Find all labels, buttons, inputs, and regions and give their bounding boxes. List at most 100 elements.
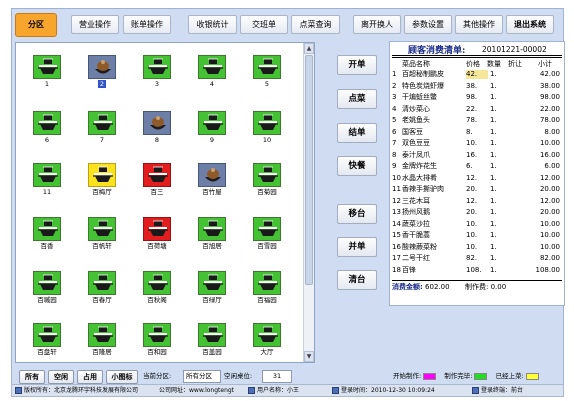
receipt-row[interactable]: 13 扬州风鹅 20. 1. 20.00 — [390, 208, 566, 217]
legend-served-swatch — [525, 372, 539, 380]
bill-ops-button[interactable]: 账单操作 — [123, 15, 171, 34]
table-tile[interactable]: 百香 — [31, 217, 63, 251]
receipt-cell-no: 5 — [392, 116, 397, 124]
table-label: 百隆居 — [92, 348, 112, 356]
table-icon — [198, 217, 226, 241]
table-label: 百和园 — [147, 348, 167, 356]
merge-bill-button[interactable]: 并单 — [337, 237, 377, 257]
change-user-button[interactable]: 离开换人 — [353, 15, 401, 34]
table-tile[interactable]: 百竹屋 — [196, 163, 228, 197]
table-icon — [143, 111, 171, 135]
scroll-thumb[interactable] — [305, 55, 313, 285]
receipt-divider — [392, 57, 562, 58]
receipt-row[interactable]: 9 金牌炸花生 6. 1. 6.00 — [390, 162, 566, 171]
receipt-row[interactable]: 16 酸辣蕨菜粉 10. 1. 10.00 — [390, 243, 566, 252]
table-tile[interactable]: 百梅厅 — [86, 163, 118, 197]
receipt-cell-qty: 1. — [490, 173, 497, 182]
table-tile[interactable]: 百盘轩 — [31, 323, 63, 357]
receipt-row[interactable]: 8 泰汁凤爪 16. 1. 16.00 — [390, 151, 566, 160]
table-tile[interactable]: 1 — [31, 55, 63, 89]
table-tile[interactable]: 百菊园 — [251, 163, 283, 197]
receipt-row[interactable]: 18 百锋 108. 1. 108.00 — [390, 266, 566, 275]
receipt-row[interactable]: 6 国客豆 8. 1. 8.00 — [390, 128, 566, 137]
table-tile[interactable]: 3 — [141, 55, 173, 89]
small-icons-button[interactable]: 小图标 — [106, 370, 138, 384]
dish-query-button[interactable]: 点菜查询 — [291, 15, 340, 34]
table-tile[interactable]: 百秋阁 — [141, 271, 173, 305]
table-tile[interactable]: 7 — [86, 111, 118, 145]
table-tile[interactable]: 百旭居 — [196, 217, 228, 251]
table-icon — [198, 271, 226, 295]
receipt-row[interactable]: 15 香干脆蒿 10. 1. 10.00 — [390, 231, 566, 240]
shift-handover-button[interactable]: 交班单 — [240, 15, 288, 34]
receipt-cell-name: 三花木耳 — [402, 196, 430, 205]
table-tile[interactable]: 百和园 — [141, 323, 173, 357]
business-ops-button[interactable]: 营业操作 — [71, 15, 119, 34]
scroll-up-arrow-icon[interactable]: ▲ — [304, 43, 314, 54]
clear-table-button[interactable]: 清台 — [337, 270, 377, 290]
table-tile[interactable]: 百绿厅 — [196, 271, 228, 305]
status-terminal: 登录终端：前台 — [472, 385, 523, 396]
table-tile[interactable]: 6 — [31, 111, 63, 145]
table-tile[interactable]: 10 — [251, 111, 283, 145]
receipt-row[interactable]: 5 老姚鱼头 78. 1. 78.00 — [390, 116, 566, 125]
table-tile[interactable]: 百春厅 — [86, 271, 118, 305]
receipt-row[interactable]: 17 二号干红 82. 1. 82.00 — [390, 254, 566, 263]
scroll-down-arrow-icon[interactable]: ▼ — [304, 351, 314, 362]
open-bill-button[interactable]: 开单 — [337, 55, 377, 75]
receipt-row[interactable]: 4 清炒菜心 22. 1. 22.00 — [390, 105, 566, 114]
legend-served-label: 已经上菜: — [495, 372, 524, 380]
status-login-time: 登录时间：2010-12-30 10:09:24 — [332, 385, 435, 396]
filter-occupied-button[interactable]: 占用 — [77, 370, 103, 384]
receipt-cell-name: 国客豆 — [402, 127, 423, 136]
table-label: 百帆轩 — [92, 242, 112, 250]
table-tile[interactable]: 8 — [141, 111, 173, 145]
table-tile[interactable]: 百帆轩 — [86, 217, 118, 251]
table-tile[interactable]: 百福园 — [251, 271, 283, 305]
table-label: 2 — [98, 80, 106, 88]
table-tile[interactable]: 2 — [86, 55, 118, 89]
exit-system-button[interactable]: 退出系统 — [506, 15, 554, 34]
receipt-cell-qty: 1. — [490, 139, 497, 147]
filter-empty-button[interactable]: 空闲 — [48, 370, 74, 384]
table-icon — [253, 163, 281, 187]
fast-food-button[interactable]: 快餐 — [337, 156, 377, 176]
filter-all-button[interactable]: 所有 — [19, 370, 45, 384]
cashier-stats-button[interactable]: 收银统计 — [188, 15, 237, 34]
receipt-row[interactable]: 7 双色豆豆 10. 1. 10.00 — [390, 139, 566, 148]
param-settings-button[interactable]: 参数设置 — [404, 15, 452, 34]
receipt-row[interactable]: 1 百超秘制鹏皮 42. 1. 42.00 — [390, 70, 566, 79]
table-tile[interactable]: 9 — [196, 111, 228, 145]
table-grid: 1 2 3 4 5 6 7 8 9 10 11 百梅厅 百三 百竹屋 百菊园百香 百帆轩 百荷塘 百旭居 百雪园百嘁… — [15, 42, 315, 363]
table-tile[interactable]: 11 — [31, 163, 63, 197]
receipt-row[interactable]: 3 干煸蚯丝鳖 98. 1. 98.00 — [390, 93, 566, 102]
table-tile[interactable]: 百盖园 — [196, 323, 228, 357]
table-icon — [88, 55, 116, 79]
area-tab[interactable]: 分区 — [15, 13, 57, 37]
table-tile[interactable]: 百隆居 — [86, 323, 118, 357]
order-dish-button[interactable]: 点菜 — [337, 89, 377, 109]
table-tile[interactable]: 4 — [196, 55, 228, 89]
table-tile[interactable]: 百嘁园 — [31, 271, 63, 305]
receipt-row[interactable]: 14 蔬菜沙拉 10. 1. 10.00 — [390, 220, 566, 229]
table-tile[interactable]: 百荷塘 — [141, 217, 173, 251]
receipt-cell-qty: 1. — [490, 127, 497, 136]
checkout-button[interactable]: 结单 — [337, 123, 377, 143]
receipt-row[interactable]: 2 特色炭烧虾爆 38. 1. 38.00 — [390, 82, 566, 91]
table-tile[interactable]: 5 — [251, 55, 283, 89]
table-label: 百菊园 — [257, 188, 277, 196]
receipt-row[interactable]: 10 水晶大排肴 12. 1. 12.00 — [390, 174, 566, 183]
other-ops-button[interactable]: 其他操作 — [455, 15, 503, 34]
move-table-button[interactable]: 移台 — [337, 204, 377, 224]
receipt-row[interactable]: 12 三花木耳 12. 1. 12.00 — [390, 197, 566, 206]
table-tile[interactable]: 百三 — [141, 163, 173, 197]
receipt-cell-subtotal: 16.00 — [539, 150, 560, 159]
table-label: 百福园 — [257, 296, 277, 304]
table-tile[interactable]: 百雪园 — [251, 217, 283, 251]
receipt-divider — [392, 280, 562, 281]
legend-done-label: 制作完毕: — [444, 372, 473, 380]
receipt-cell-name: 蔬菜沙拉 — [402, 219, 430, 228]
table-tile[interactable]: 大厅 — [251, 323, 283, 357]
table-grid-scrollbar[interactable]: ▲ ▼ — [303, 43, 314, 362]
receipt-row[interactable]: 11 香辣手撕驴肉 20. 1. 20.00 — [390, 185, 566, 194]
